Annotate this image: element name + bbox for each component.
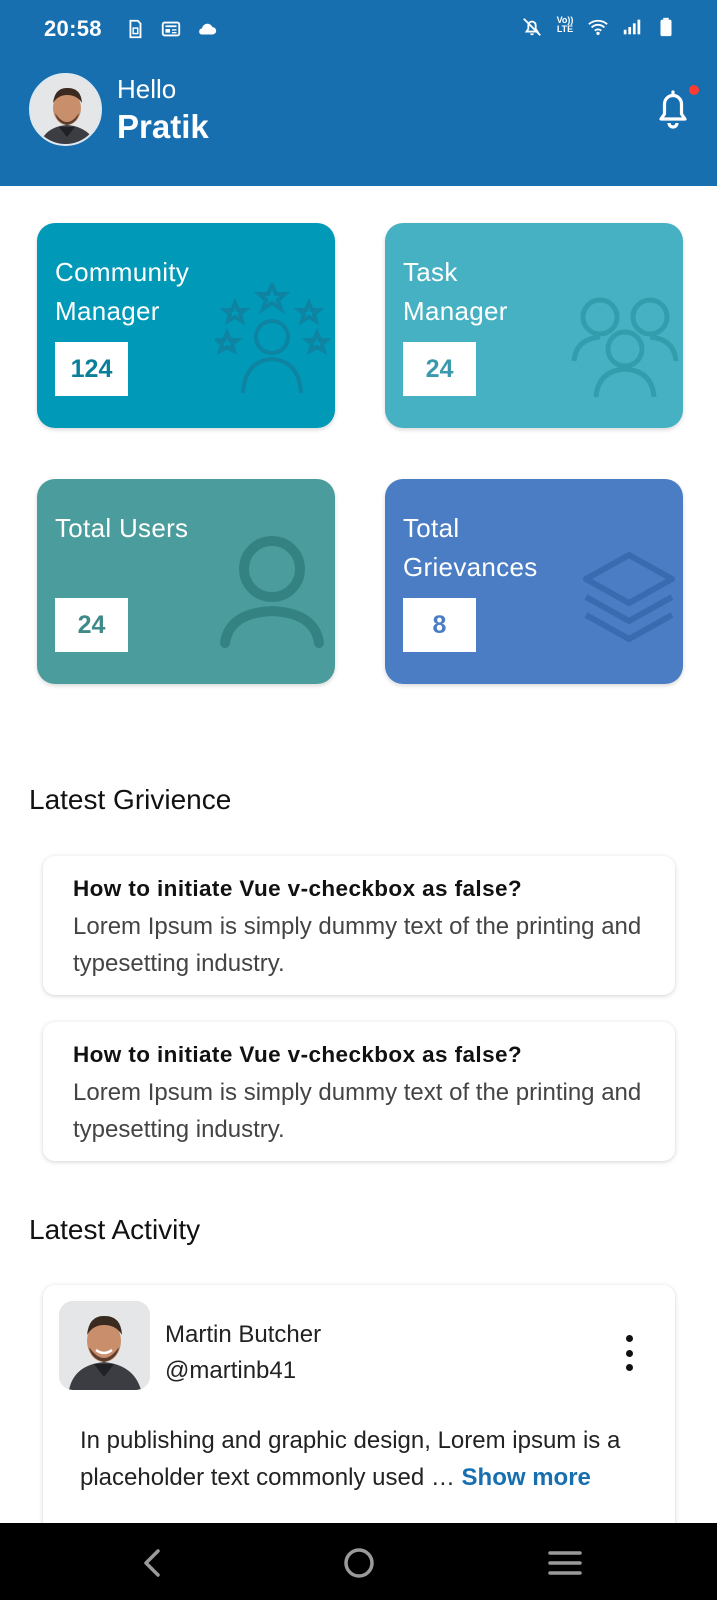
community-stars-icon: [215, 283, 330, 398]
signal-icon: [621, 16, 643, 38]
notification-dot: [689, 85, 699, 95]
task-manager-card[interactable]: Task Manager 24: [385, 223, 683, 428]
show-more-link[interactable]: Show more: [462, 1464, 591, 1491]
recent-apps-icon[interactable]: [545, 1543, 585, 1583]
activity-user-name: Martin Butcher: [165, 1321, 322, 1348]
activity-avatar[interactable]: [59, 1301, 150, 1390]
home-icon[interactable]: [339, 1543, 379, 1583]
user-avatar[interactable]: [29, 73, 102, 146]
news-icon: [160, 18, 182, 40]
sim-card-icon: [124, 18, 146, 40]
volte-icon: Vo)) LTE: [555, 16, 575, 38]
grievance-body: Lorem Ipsum is simply dummy text of the …: [73, 1079, 642, 1143]
app-header: 20:58 Vo)) LTE Hello Pratik: [0, 0, 717, 186]
grievance-title: How to initiate Vue v-checkbox as false?: [73, 1042, 523, 1067]
status-time: 20:58: [44, 16, 102, 41]
card-title-line1: Community: [55, 257, 190, 287]
more-vert-icon[interactable]: [617, 1335, 641, 1371]
back-icon[interactable]: [132, 1543, 172, 1583]
system-navigation-bar: [0, 1523, 717, 1600]
user-icon: [217, 531, 327, 651]
card-title-line1: Total Users: [55, 513, 189, 543]
wifi-icon: [587, 16, 609, 38]
grievance-card[interactable]: How to initiate Vue v-checkbox as false?…: [43, 1022, 675, 1161]
card-title-line2: Manager: [55, 296, 160, 326]
card-count: 124: [55, 342, 128, 396]
activity-body: In publishing and graphic design, Lorem …: [80, 1422, 640, 1496]
grievance-body: Lorem Ipsum is simply dummy text of the …: [73, 913, 642, 977]
layers-icon: [582, 551, 677, 651]
activity-card[interactable]: Martin Butcher @martinb41 In publishing …: [43, 1285, 675, 1545]
battery-icon: [655, 16, 677, 38]
activity-user-handle: @martinb41: [165, 1357, 297, 1384]
latest-grievance-title: Latest Grivience: [29, 784, 232, 815]
grievance-card[interactable]: How to initiate Vue v-checkbox as false?…: [43, 856, 675, 995]
community-manager-card[interactable]: Community Manager 124: [37, 223, 335, 428]
card-title-line1: Task: [403, 257, 458, 287]
card-title: Community Manager: [55, 253, 189, 331]
latest-activity-title: Latest Activity: [29, 1214, 201, 1245]
card-title-line1: Total: [403, 513, 460, 543]
lte-label: LTE: [556, 24, 574, 34]
bell-off-icon: [521, 16, 543, 38]
card-title-line2: Manager: [403, 296, 508, 326]
username-text: Pratik: [117, 108, 209, 145]
bell-icon[interactable]: [652, 86, 694, 130]
card-count: 8: [403, 598, 476, 652]
total-grievances-card[interactable]: Total Grievances 8: [385, 479, 683, 684]
card-count: 24: [403, 342, 476, 396]
group-users-icon: [570, 293, 680, 403]
total-users-card[interactable]: Total Users 24: [37, 479, 335, 684]
card-title: Task Manager: [403, 253, 508, 331]
card-title: Total Grievances: [403, 509, 538, 587]
grievance-title: How to initiate Vue v-checkbox as false?: [73, 876, 523, 901]
greeting-text: Hello: [117, 74, 177, 104]
status-bar: 20:58 Vo)) LTE: [0, 0, 717, 60]
cloud-icon: [196, 18, 218, 40]
card-count: 24: [55, 598, 128, 652]
card-title-line2: Grievances: [403, 552, 538, 582]
card-title: Total Users: [55, 509, 188, 548]
